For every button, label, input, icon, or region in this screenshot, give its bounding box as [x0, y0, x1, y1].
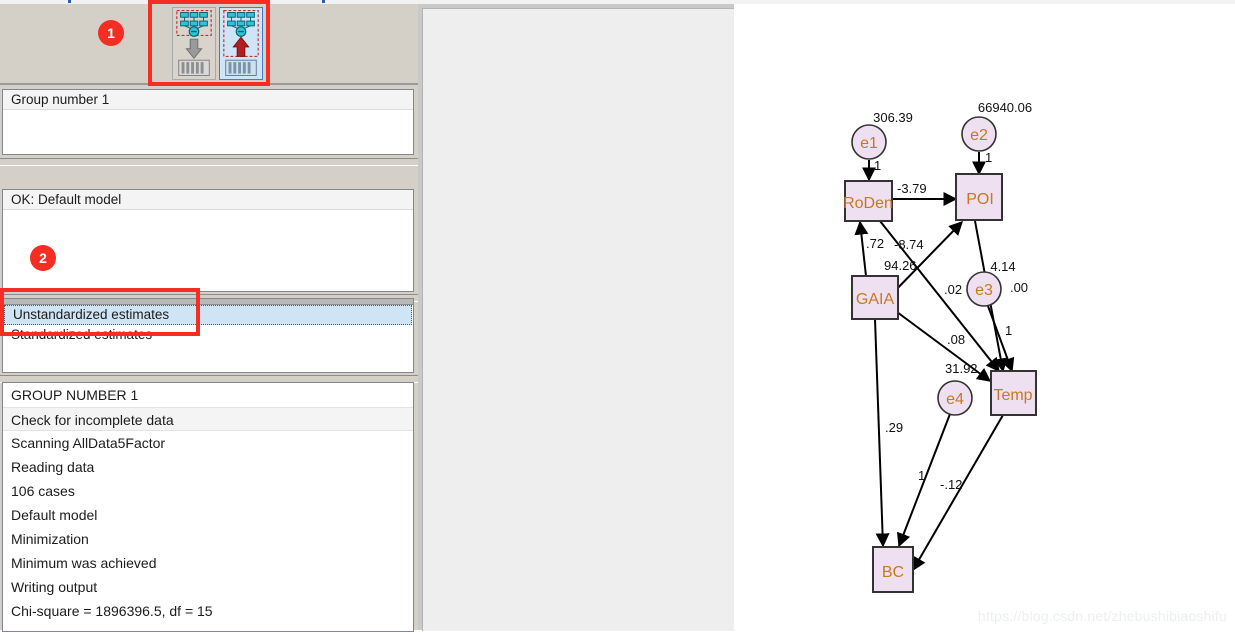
middle-blank-pane: [418, 4, 735, 631]
variance-poi-temp-cov: 4.14: [990, 259, 1015, 274]
variance-e1: 306.39: [873, 110, 913, 125]
edge-label-e4-bc: 1: [918, 468, 925, 483]
path-diagram-canvas[interactable]: e1 e2 e3 e4 RoDen POI GAIA Temp BC 306.3…: [734, 4, 1235, 630]
label-poi: POI: [966, 191, 994, 208]
annotation-badge-2: 2: [30, 245, 56, 271]
label-bc: BC: [882, 564, 904, 581]
middle-pane-surface: [422, 8, 735, 631]
log-row-minimum-achieved[interactable]: Minimum was achieved: [3, 551, 413, 575]
log-row-cases[interactable]: 106 cases: [3, 479, 413, 503]
edge-label-gaia-poi: -8.74: [894, 237, 924, 252]
annotation-badge-1: 1: [98, 20, 124, 46]
edge-label-temp-bc: -.12: [940, 477, 962, 492]
view-input-path-diagram-button[interactable]: [172, 7, 216, 80]
edge-label-gaia-temp: .08: [947, 332, 965, 347]
edge-label-roden-poi: -3.79: [897, 181, 927, 196]
edge-label-roden-temp-2: 31.92: [945, 361, 978, 376]
list-item-standardized-estimates[interactable]: Standardized estimates: [3, 325, 413, 345]
label-gaia: GAIA: [856, 291, 895, 308]
top-tick: [322, 0, 325, 3]
log-row-writing-output[interactable]: Writing output: [3, 575, 413, 599]
label-roden: RoDen: [843, 195, 893, 212]
list-item-group[interactable]: Group number 1: [3, 90, 413, 110]
estimates-view-list-panel[interactable]: Unstandardized estimates Standardized es…: [2, 298, 414, 373]
log-row-minimization[interactable]: Minimization: [3, 527, 413, 551]
left-sidebar: Group number 1 OK: Default model Unstand…: [0, 4, 418, 632]
edge-label-gaia-bc: .29: [885, 420, 903, 435]
edge-label-gaia-roden: .72: [866, 236, 884, 251]
label-e1: e1: [860, 135, 878, 152]
variance-e2: 66940.06: [978, 100, 1032, 115]
list-item-unstandardized-estimates[interactable]: Unstandardized estimates: [4, 305, 412, 325]
label-temp: Temp: [993, 387, 1032, 404]
input-path-diagram-icon: [176, 9, 212, 76]
path-diagram-svg[interactable]: e1 e2 e3 e4 RoDen POI GAIA Temp BC 306.3…: [734, 4, 1235, 630]
log-row-scanning[interactable]: Scanning AllData5Factor: [3, 431, 413, 455]
edge-label-e1-roden: 1: [874, 158, 881, 173]
edge-label-e2-poi: 1: [985, 150, 992, 165]
label-e4: e4: [946, 391, 964, 408]
output-path-diagram-icon: [223, 9, 259, 76]
top-tick: [68, 0, 71, 3]
log-row-group-number[interactable]: GROUP NUMBER 1: [3, 383, 413, 407]
edge-label-e3-temp: 1: [1005, 323, 1012, 338]
edge-gaia-bc: [874, 318, 890, 548]
edge-label-poi-temp: .02: [944, 282, 962, 297]
log-row-chi-square[interactable]: Chi-square = 1896396.5, df = 15: [3, 599, 413, 623]
log-row-reading-data[interactable]: Reading data: [3, 455, 413, 479]
output-log-panel[interactable]: GROUP NUMBER 1 Check for incomplete data…: [2, 382, 414, 632]
toolbar: [0, 4, 418, 85]
edge-label-roden-temp: 94.26: [884, 258, 917, 273]
log-row-check-incomplete[interactable]: Check for incomplete data: [3, 407, 413, 431]
log-row-default-model[interactable]: Default model: [3, 503, 413, 527]
label-e3: e3: [975, 282, 993, 299]
node-labels: e1 e2 e3 e4 RoDen POI GAIA Temp BC: [843, 127, 1033, 581]
watermark-text: https://blog.csdn.net/zhebushibiaoshifu: [977, 608, 1227, 624]
list-item-model[interactable]: OK: Default model: [3, 190, 413, 210]
groups-list-panel[interactable]: Group number 1: [2, 89, 414, 155]
view-output-path-diagram-button[interactable]: [219, 7, 263, 80]
variance-e3: .00: [1010, 280, 1028, 295]
models-list-panel[interactable]: OK: Default model: [2, 189, 414, 292]
edge-temp-bc: [912, 414, 1004, 572]
label-e2: e2: [970, 127, 988, 144]
panel-divider[interactable]: [0, 158, 418, 166]
